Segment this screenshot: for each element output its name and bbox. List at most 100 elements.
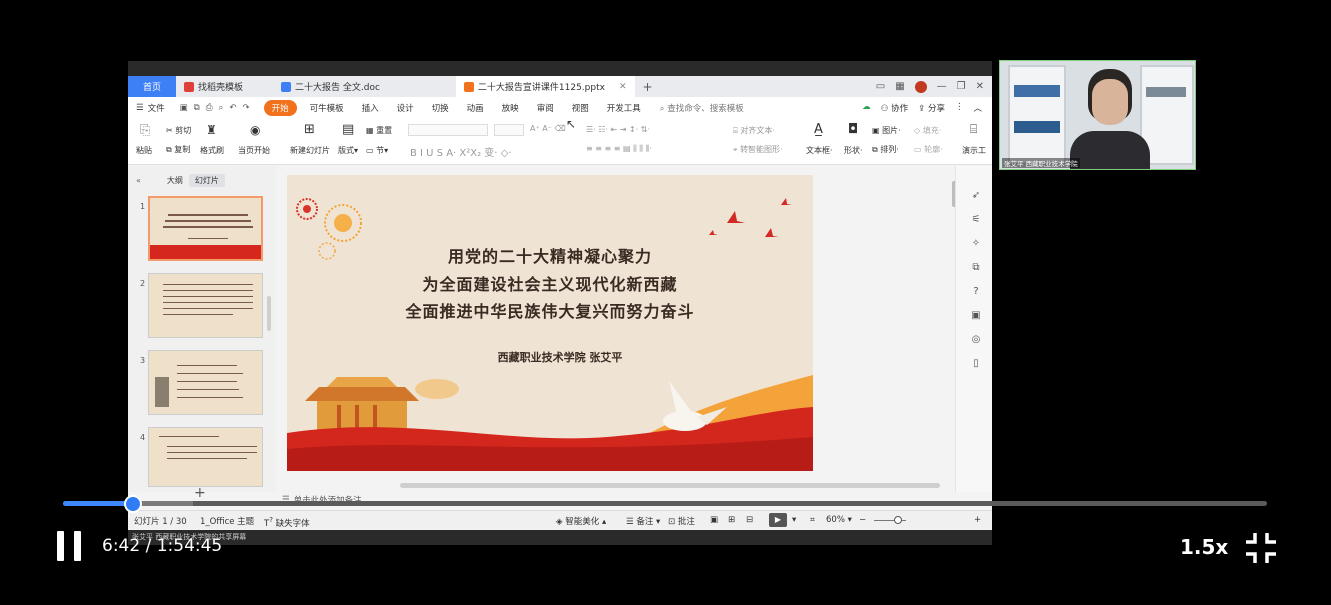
format-painter-button[interactable]: 格式刷 — [200, 145, 224, 156]
collaborate-button[interactable]: ⚇ 协作 — [881, 102, 908, 114]
menu-animation[interactable]: 动画 — [458, 102, 493, 114]
fit-window-icon[interactable]: ⌗ — [810, 515, 815, 525]
copy-icon[interactable]: ⧉ — [970, 262, 982, 274]
missing-font-button[interactable]: T? 缺失字体 — [264, 515, 310, 529]
smartart-button[interactable]: ⌖ 转智能图形· — [733, 144, 783, 155]
play-slideshow-button[interactable]: ▶ — [769, 513, 787, 527]
redo-icon[interactable]: ↷ — [242, 103, 249, 113]
playback-speed-button[interactable]: 1.5x — [1180, 535, 1228, 559]
location-icon[interactable]: ◎ — [970, 334, 982, 346]
menu-icon[interactable]: ☰ — [136, 103, 144, 113]
slide-thumbnail-1[interactable] — [148, 196, 263, 261]
share-button[interactable]: ⇪ 分享 — [918, 102, 945, 114]
layout-icon[interactable]: ▭ — [876, 81, 885, 92]
tab-doc[interactable]: 二十大报告 全文.doc — [251, 76, 388, 97]
new-tab-button[interactable]: + — [635, 80, 661, 94]
save-icon[interactable]: ▣ — [180, 103, 188, 113]
menu-view[interactable]: 视图 — [563, 102, 598, 114]
help-icon[interactable]: ? — [970, 286, 982, 298]
exit-fullscreen-icon[interactable] — [1244, 531, 1278, 565]
rocket-icon[interactable]: ➶ — [970, 190, 982, 202]
arrange-button[interactable]: ⧉ 排列· — [872, 144, 899, 155]
close-window-icon[interactable]: ✕ — [976, 81, 984, 92]
fill-button[interactable]: ◇ 填充· — [914, 125, 941, 136]
play-options-icon[interactable]: ▾ — [792, 515, 796, 525]
font-size-controls[interactable]: A⁺ A⁻ ⌫ — [530, 124, 566, 133]
copy-button[interactable]: ⧉ 复制 — [166, 144, 190, 155]
menu-transition[interactable]: 切换 — [423, 102, 458, 114]
horizontal-scrollbar[interactable] — [280, 482, 952, 489]
book-icon[interactable]: ▯ — [970, 358, 982, 370]
progress-bar[interactable] — [63, 495, 1267, 513]
progress-knob[interactable] — [124, 495, 142, 513]
align-text-button[interactable]: ⌸ 对齐文本· — [733, 125, 775, 136]
horizontal-scroll-thumb[interactable] — [400, 483, 940, 488]
preview-icon[interactable]: ⌕ — [219, 103, 224, 113]
layout-icon[interactable]: ▤ — [342, 122, 354, 137]
shape-button[interactable]: 形状· — [844, 145, 863, 156]
undo-icon[interactable]: ↶ — [229, 103, 236, 113]
present-tool-icon[interactable]: ⌸ — [970, 122, 977, 137]
user-avatar[interactable] — [914, 80, 927, 93]
cloud-sync-icon[interactable]: ☁ — [862, 102, 871, 114]
play-from-current-icon[interactable]: ◉ — [250, 123, 260, 137]
menu-review[interactable]: 审阅 — [528, 102, 563, 114]
paste-icon[interactable]: ⎘ — [140, 123, 150, 138]
reading-view-icon[interactable]: ⊟ — [746, 515, 753, 525]
smart-beautify-button[interactable]: ◈ 智能美化 ▴ — [556, 515, 606, 527]
print-icon[interactable]: ⎙ — [206, 103, 213, 113]
zoom-in-icon[interactable]: + — [974, 515, 981, 525]
slide-canvas[interactable]: 用党的二十大精神凝心聚力 为全面建设社会主义现代化新西藏 全面推进中华民族伟大复… — [287, 175, 813, 471]
collapse-ribbon-icon[interactable]: ︿ — [973, 102, 982, 114]
zoom-slider-knob[interactable] — [894, 516, 902, 524]
command-search[interactable]: ⌕ 查找命令、搜索模板 — [660, 102, 744, 114]
outline-button[interactable]: ▭ 轮廓· — [914, 144, 943, 155]
pause-button[interactable] — [57, 531, 83, 561]
slide-thumbnail-3[interactable] — [148, 350, 263, 415]
grid-icon[interactable]: ▦ — [895, 81, 904, 92]
reset-button[interactable]: ▦ 重置 — [366, 125, 392, 136]
magic-icon[interactable]: ✧ — [970, 238, 982, 250]
present-tool-button[interactable]: 演示工 — [962, 145, 986, 156]
image-icon[interactable]: ▣ — [970, 310, 982, 322]
thumbnail-scrollbar[interactable] — [267, 296, 271, 331]
minimize-icon[interactable]: — — [937, 81, 947, 92]
layout-button[interactable]: 版式▾ — [338, 145, 358, 156]
new-slide-icon[interactable]: ⊞ — [304, 122, 315, 137]
menu-design[interactable]: 设计 — [388, 102, 423, 114]
menu-template[interactable]: 可牛模板 — [301, 102, 353, 114]
font-family-input[interactable] — [408, 124, 488, 136]
settings-slider-icon[interactable]: ⚟ — [970, 214, 982, 226]
tab-template[interactable]: 找稻壳模板 — [176, 76, 251, 97]
format-painter-icon[interactable]: ♜ — [206, 123, 217, 137]
menu-slideshow[interactable]: 放映 — [493, 102, 528, 114]
menu-insert[interactable]: 插入 — [353, 102, 388, 114]
tab-slides[interactable]: 幻灯片 — [188, 173, 225, 187]
restore-icon[interactable]: ❐ — [957, 81, 966, 92]
shape-icon[interactable]: ◘ — [848, 122, 858, 137]
slide-thumbnail-2[interactable] — [148, 273, 263, 338]
notes-toggle-button[interactable]: ☰ 备注 ▾ — [626, 515, 660, 527]
new-slide-button[interactable]: 新建幻灯片 — [290, 145, 330, 156]
menu-developer[interactable]: 开发工具 — [598, 102, 650, 114]
menu-start[interactable]: 开始 — [263, 100, 297, 116]
more-icon[interactable]: ⋮ — [955, 102, 964, 114]
tab-pptx[interactable]: 二十大报告宣讲课件1125.pptx ✕ — [455, 76, 635, 97]
sorter-view-icon[interactable]: ⊞ — [728, 515, 735, 525]
align-buttons[interactable]: ≡ ≡ ≡ ≡ ▤ ⫼ ⫼ ⫼· — [586, 144, 652, 154]
export-icon[interactable]: ⧉ — [194, 103, 200, 113]
cut-button[interactable]: ✂ 剪切 — [166, 125, 191, 136]
tab-outline[interactable]: 大纲 — [161, 174, 189, 187]
slide-thumbnail-4[interactable] — [148, 427, 263, 487]
font-size-input[interactable] — [494, 124, 524, 136]
play-from-current-button[interactable]: 当页开始 — [238, 145, 270, 156]
list-buttons[interactable]: ☰· ☷· ⇤ ⇥ ↕· ⇅· — [586, 125, 650, 134]
menu-file[interactable]: 文件 — [146, 102, 174, 114]
paste-button[interactable]: 粘贴 — [136, 145, 152, 156]
font-style-buttons[interactable]: B I U S A· X²X₂ 变· ◇· — [410, 144, 512, 159]
tab-home[interactable]: 首页 — [128, 76, 176, 97]
collapse-panel-icon[interactable]: « — [136, 176, 141, 185]
section-button[interactable]: ▭ 节▾ — [366, 145, 388, 156]
close-tab-icon[interactable]: ✕ — [619, 82, 627, 92]
comments-button[interactable]: ⊡ 批注 — [668, 515, 695, 527]
